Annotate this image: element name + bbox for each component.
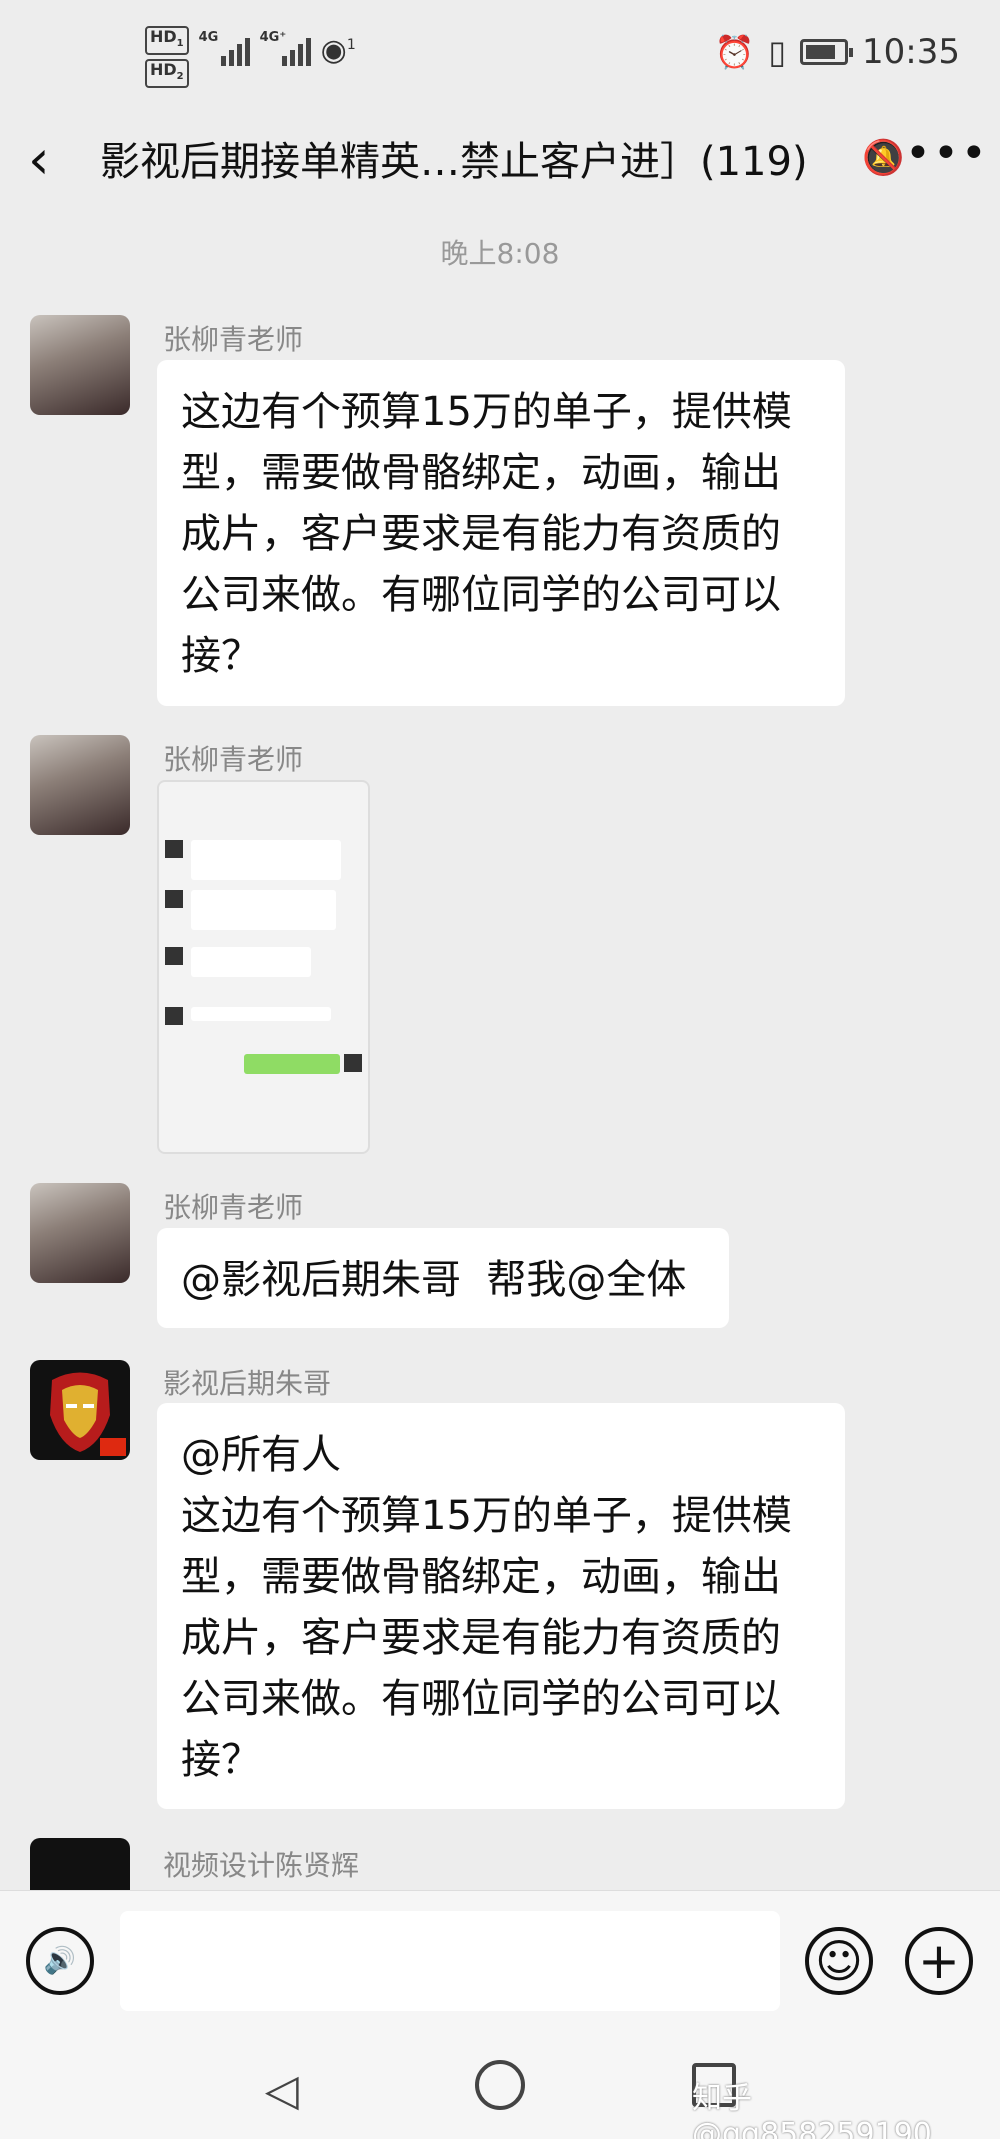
message-bubble[interactable]: @所有人 这边有个预算15万的单子，提供模 型，需要做骨骼绑定，动画，输出 成片…: [157, 1403, 845, 1809]
message-input[interactable]: [120, 1911, 780, 2011]
status-right: ⏰ ▯ 10:35: [715, 32, 960, 72]
sender-name: 视频设计陈贤辉: [163, 1849, 360, 1882]
more-icon[interactable]: •••: [905, 128, 989, 179]
message-timestamp: 晚上8:08: [440, 237, 560, 270]
avatar[interactable]: [30, 1183, 130, 1283]
back-icon[interactable]: ‹: [28, 130, 88, 190]
add-icon[interactable]: +: [905, 1927, 973, 1995]
nav-back-icon[interactable]: ◁: [265, 2065, 299, 2116]
wifi-icon: ◉1: [320, 33, 356, 68]
alarm-icon: ⏰: [714, 33, 755, 71]
mute-icon: 🔕: [862, 138, 905, 178]
input-bar: 🔊 ☺ +: [0, 1890, 1000, 2035]
avatar[interactable]: [30, 1838, 130, 1890]
avatar[interactable]: [30, 1360, 130, 1460]
hd-indicators: HD1 HD2: [145, 26, 189, 89]
signal-2-icon: 4G⁺: [260, 26, 311, 66]
ironman-icon: [50, 1372, 126, 1456]
hd2-badge: HD2: [145, 59, 189, 89]
sender-name: 张柳青老师: [163, 1191, 304, 1224]
sender-name: 张柳青老师: [163, 743, 304, 776]
status-left: HD1 HD2 4G 4G⁺ ◉1: [145, 26, 356, 89]
hd1-badge: HD1: [145, 26, 189, 56]
chat-header: ‹ 影视后期接单精英…禁止客户进］(119) 🔕 •••: [0, 110, 1000, 215]
battery-icon: [800, 39, 854, 65]
image-message[interactable]: [157, 780, 370, 1154]
message-bubble[interactable]: @影视后期朱哥 帮我@全体: [157, 1228, 729, 1328]
status-bar: HD1 HD2 4G 4G⁺ ◉1 ⏰ ▯ 10:35: [0, 0, 1000, 110]
sender-name: 张柳青老师: [163, 323, 304, 356]
vibrate-icon: ▯: [768, 33, 787, 71]
signal-1-icon: 4G: [199, 26, 250, 66]
nav-home-icon[interactable]: [475, 2060, 525, 2110]
clock: 10:35: [862, 32, 960, 72]
chat-title: 影视后期接单精英…禁止客户进］(119): [100, 139, 808, 185]
voice-icon[interactable]: 🔊: [26, 1927, 94, 1995]
watermark: 知乎 @qq858259190: [692, 2081, 932, 2139]
emoji-icon[interactable]: ☺: [805, 1927, 873, 1995]
message-bubble[interactable]: 这边有个预算15万的单子，提供模 型，需要做骨骼绑定，动画，输出 成片，客户要求…: [157, 360, 845, 706]
avatar[interactable]: [30, 315, 130, 415]
system-nav-bar: ◁ 知乎 @qq858259190: [0, 2035, 1000, 2139]
sender-name: 影视后期朱哥: [163, 1367, 332, 1400]
avatar[interactable]: [30, 735, 130, 835]
